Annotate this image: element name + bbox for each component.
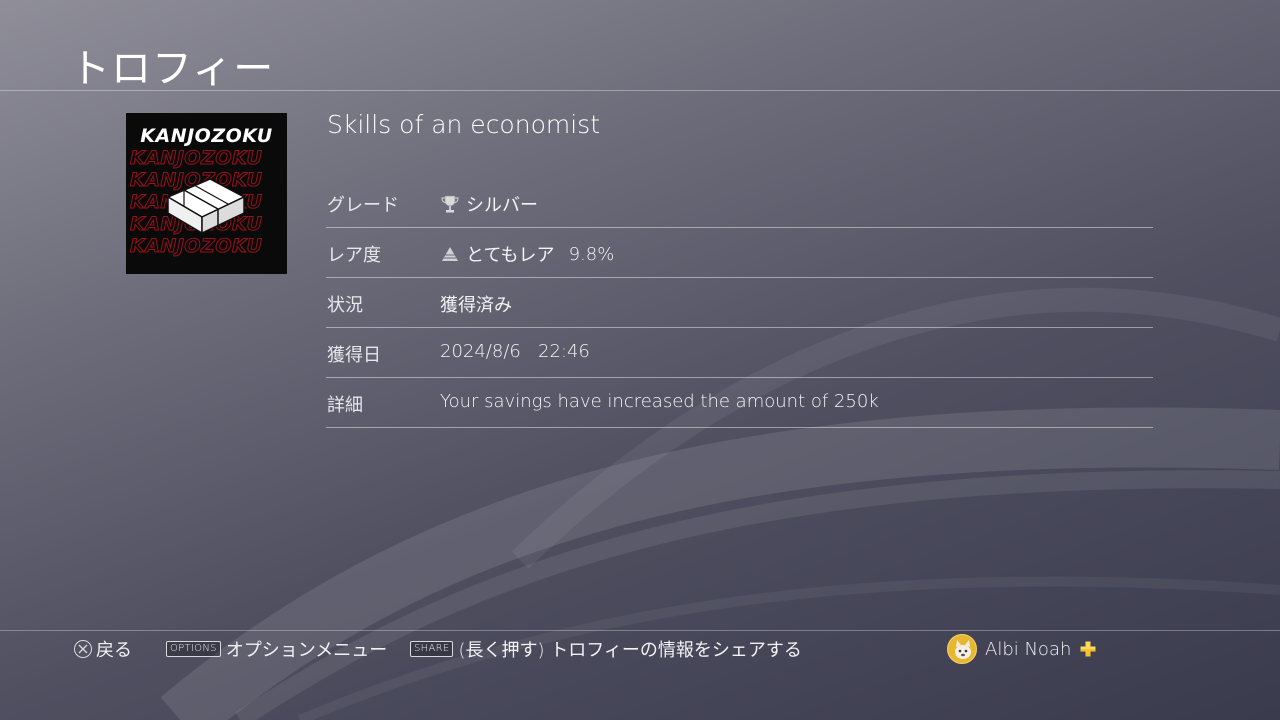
rarity-pyramid-icon xyxy=(442,247,458,261)
share-label: (長く押す) トロフィーの情報をシェアする xyxy=(458,640,802,661)
trophy-artwork: KANJOZOKU KANJOZOKU KANJOZOKU KANJOZOKU … xyxy=(126,113,287,274)
silver-trophy-icon xyxy=(441,195,459,213)
status-value: 獲得済み xyxy=(440,295,512,316)
back-button[interactable]: 戻る xyxy=(74,636,132,662)
description-label: 詳細 xyxy=(327,395,363,416)
detail-row-status: 状況 獲得済み xyxy=(326,278,1153,328)
grade-label: グレード xyxy=(327,195,399,216)
rarity-text: とてもレア xyxy=(466,245,555,266)
date-value: 2024/8/6 22:46 xyxy=(440,341,590,362)
user-profile[interactable]: Albi Noah xyxy=(947,634,1097,664)
detail-row-rarity: レア度 とてもレア 9.8% xyxy=(326,228,1153,278)
page-title: トロフィー xyxy=(70,46,275,92)
options-key-icon: OPTIONS xyxy=(166,641,221,657)
description-value: Your savings have increased the amount o… xyxy=(440,391,879,412)
rarity-percent: 9.8% xyxy=(568,243,615,265)
options-menu-button[interactable]: OPTIONS オプションメニュー xyxy=(166,636,387,662)
rarity-label: レア度 xyxy=(327,245,381,266)
art-echo-text: KANJOZOKU xyxy=(129,147,263,170)
user-name: Albi Noah xyxy=(985,638,1072,660)
detail-row-date: 獲得日 2024/8/6 22:46 xyxy=(326,328,1153,378)
art-logo-text: KANJOZOKU xyxy=(140,125,273,147)
trophy-details-list: グレード シルバー レア度 とてもレア 9.8% 状況 獲得済み 獲得日 202… xyxy=(326,178,1153,428)
options-label: オプションメニュー xyxy=(225,640,388,661)
rarity-value: とてもレア 9.8% xyxy=(440,241,614,267)
footer-bar: 戻る OPTIONS オプションメニュー SHARE (長く押す) トロフィーの… xyxy=(0,634,1280,664)
playstation-plus-icon xyxy=(1080,641,1096,657)
grade-value: シルバー xyxy=(440,191,538,217)
cross-button-icon xyxy=(74,640,92,658)
detail-row-grade: グレード シルバー xyxy=(326,178,1153,228)
share-button[interactable]: SHARE (長く押す) トロフィーの情報をシェアする xyxy=(410,636,802,662)
share-key-icon: SHARE xyxy=(410,641,454,657)
status-label: 状況 xyxy=(327,295,363,316)
money-stack-icon xyxy=(166,178,246,235)
avatar xyxy=(947,634,977,664)
date-label: 獲得日 xyxy=(327,345,381,366)
header-divider xyxy=(0,90,1280,91)
detail-row-description: 詳細 Your savings have increased the amoun… xyxy=(326,378,1153,428)
grade-text: シルバー xyxy=(466,195,538,216)
back-label: 戻る xyxy=(96,640,132,661)
trophy-name: Skills of an economist xyxy=(327,110,600,139)
art-echo-text: KANJOZOKU xyxy=(129,235,263,258)
footer-divider xyxy=(0,630,1280,631)
